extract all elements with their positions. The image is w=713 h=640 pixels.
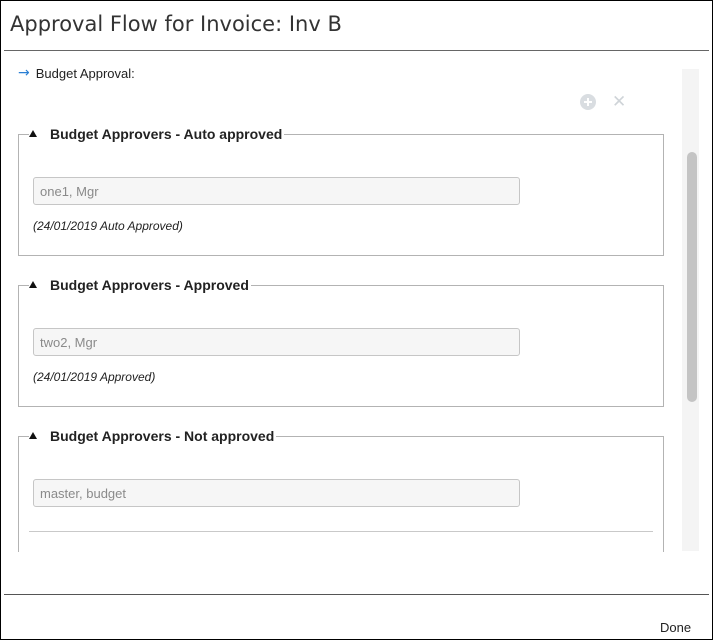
group-title: Budget Approvers - Approved: [50, 277, 249, 293]
plus-circle-icon[interactable]: [580, 94, 596, 110]
arrow-right-icon: →: [18, 65, 30, 81]
approver-field[interactable]: [33, 479, 520, 507]
group-toolbar: ✕: [580, 94, 626, 111]
approver-group-approved: Budget Approvers - Approved (24/01/2019 …: [18, 277, 664, 407]
approver-group-not-approved: Budget Approvers - Not approved: [18, 428, 664, 552]
approval-note: (24/01/2019 Auto Approved): [33, 219, 183, 233]
approver-field[interactable]: [33, 328, 520, 356]
group-header[interactable]: Budget Approvers - Not approved: [29, 428, 277, 444]
collapse-triangle-icon[interactable]: [29, 431, 37, 439]
collapse-triangle-icon[interactable]: [29, 129, 37, 137]
group-header[interactable]: Budget Approvers - Approved: [29, 277, 251, 293]
done-button[interactable]: Done: [650, 615, 702, 639]
section-heading-label: Budget Approval:: [35, 65, 135, 81]
group-title: Budget Approvers - Not approved: [50, 428, 275, 444]
dialog-title: Approval Flow for Invoice: Inv B: [10, 12, 342, 36]
budget-approval-heading: → Budget Approval:: [18, 65, 135, 81]
approval-note: (24/01/2019 Approved): [33, 370, 156, 384]
collapse-triangle-icon[interactable]: [29, 280, 37, 288]
title-divider: [4, 50, 709, 51]
approval-flow-dialog: Approval Flow for Invoice: Inv B → Budge…: [0, 0, 713, 640]
footer-divider: [4, 594, 709, 595]
group-header[interactable]: Budget Approvers - Auto approved: [29, 126, 285, 142]
scrollbar-thumb[interactable]: [687, 152, 697, 402]
dialog-content: → Budget Approval: ✕ Budget Approvers - …: [4, 53, 699, 552]
approver-field[interactable]: [33, 177, 520, 205]
group-divider: [29, 531, 653, 532]
group-title: Budget Approvers - Auto approved: [50, 126, 283, 142]
approver-group-auto-approved: Budget Approvers - Auto approved (24/01/…: [18, 126, 664, 256]
close-x-icon[interactable]: ✕: [612, 94, 626, 111]
